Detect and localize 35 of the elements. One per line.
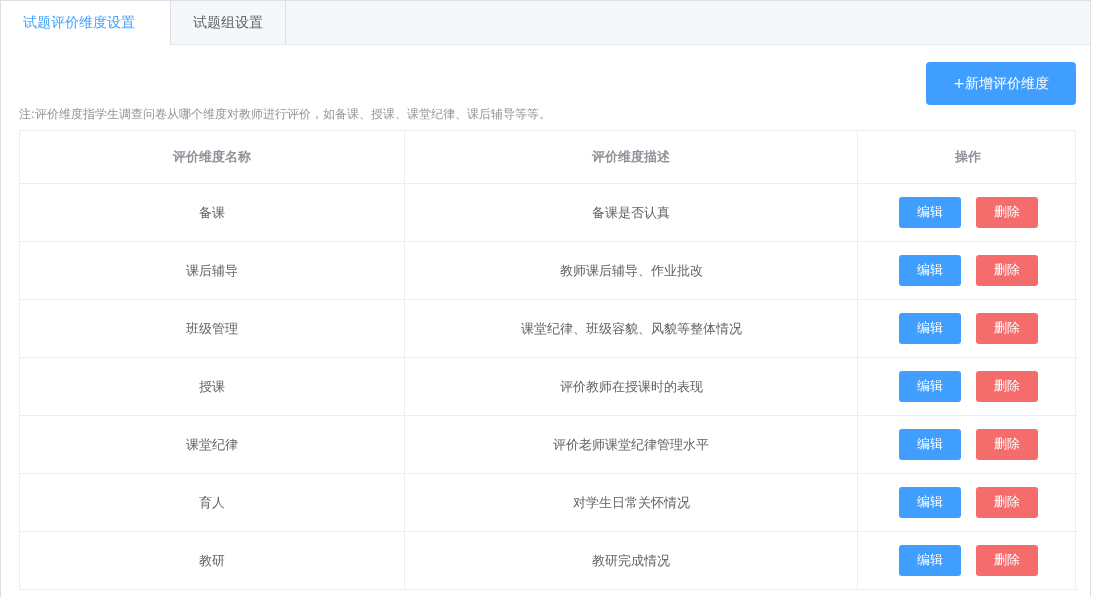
column-header: 操作 <box>955 148 981 166</box>
table-cell: 评价教师在授课时的表现 <box>559 377 703 396</box>
delete-button[interactable]: 删除 <box>975 429 1038 460</box>
edit-button[interactable]: 编辑 <box>898 197 961 228</box>
column-header: 评价维度描述 <box>592 148 670 166</box>
delete-button[interactable]: 删除 <box>975 487 1038 518</box>
table-cell: 评价老师课堂纪律管理水平 <box>553 435 709 454</box>
delete-button[interactable]: 删除 <box>975 545 1038 576</box>
table-cell: 班级管理 <box>186 319 238 338</box>
delete-button[interactable]: 删除 <box>975 197 1038 228</box>
tab[interactable]: 试题组设置 <box>171 1 286 44</box>
table-cell: 对学生日常关怀情况 <box>572 493 690 512</box>
note-text: 注:评价维度指学生调查问卷从哪个维度对教师进行评价，如备课、授课、课堂纪律、课后辅导等等。 <box>19 107 552 122</box>
column-header: 评价维度名称 <box>173 148 251 166</box>
edit-button[interactable]: 编辑 <box>898 371 961 402</box>
edit-button[interactable]: 编辑 <box>898 429 961 460</box>
edit-button[interactable]: 编辑 <box>898 545 961 576</box>
add-dimension-button[interactable]: +新增评价维度 <box>926 62 1076 105</box>
delete-button[interactable]: 删除 <box>975 313 1038 344</box>
table-cell: 课堂纪律、班级容貌、风貌等整体情况 <box>520 319 742 338</box>
table-cell: 教师课后辅导、作业批改 <box>559 261 703 280</box>
tab[interactable]: 试题评价维度设置 <box>1 1 171 45</box>
table-cell: 教研 <box>199 551 225 570</box>
table-cell: 课后辅导 <box>186 261 238 280</box>
edit-button[interactable]: 编辑 <box>898 313 961 344</box>
table-cell: 课堂纪律 <box>186 435 238 454</box>
table-cell: 备课是否认真 <box>592 203 670 222</box>
edit-button[interactable]: 编辑 <box>898 487 961 518</box>
table-cell: 育人 <box>199 493 225 512</box>
table-cell: 备课 <box>199 203 225 222</box>
edit-button[interactable]: 编辑 <box>898 255 961 286</box>
delete-button[interactable]: 删除 <box>975 371 1038 402</box>
table-cell: 教研完成情况 <box>592 551 670 570</box>
delete-button[interactable]: 删除 <box>975 255 1038 286</box>
table-cell: 授课 <box>199 377 225 396</box>
